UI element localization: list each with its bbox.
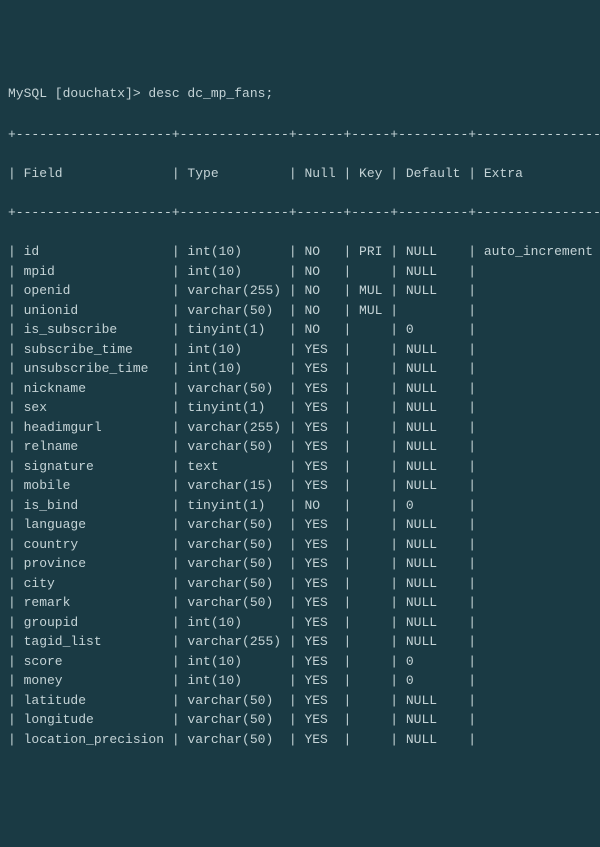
table-row: | unsubscribe_time | int(10) | YES | | N… xyxy=(8,359,592,379)
table-row: | remark | varchar(50) | YES | | NULL | … xyxy=(8,593,592,613)
table-separator-top: +--------------------+--------------+---… xyxy=(8,125,592,145)
table-row: | groupid | int(10) | YES | | NULL | | xyxy=(8,613,592,633)
table-separator-mid: +--------------------+--------------+---… xyxy=(8,203,592,223)
table-row: | language | varchar(50) | YES | | NULL … xyxy=(8,515,592,535)
table-header-row: | Field | Type | Null | Key | Default | … xyxy=(8,164,592,184)
table-row: | id | int(10) | NO | PRI | NULL | auto_… xyxy=(8,242,592,262)
table-row: | city | varchar(50) | YES | | NULL | | xyxy=(8,574,592,594)
table-row: | money | int(10) | YES | | 0 | | xyxy=(8,671,592,691)
table-row: | mobile | varchar(15) | YES | | NULL | … xyxy=(8,476,592,496)
table-row: | is_subscribe | tinyint(1) | NO | | 0 |… xyxy=(8,320,592,340)
table-row: | unionid | varchar(50) | NO | MUL | | | xyxy=(8,301,592,321)
table-row: | location_precision | varchar(50) | YES… xyxy=(8,730,592,750)
table-row: | is_bind | tinyint(1) | NO | | 0 | | xyxy=(8,496,592,516)
table-row: | openid | varchar(255) | NO | MUL | NUL… xyxy=(8,281,592,301)
table-row: | sex | tinyint(1) | YES | | NULL | | xyxy=(8,398,592,418)
table-row: | province | varchar(50) | YES | | NULL … xyxy=(8,554,592,574)
table-row: | signature | text | YES | | NULL | | xyxy=(8,457,592,477)
table-row: | subscribe_time | int(10) | YES | | NUL… xyxy=(8,340,592,360)
table-row: | nickname | varchar(50) | YES | | NULL … xyxy=(8,379,592,399)
table-row: | country | varchar(50) | YES | | NULL |… xyxy=(8,535,592,555)
table-row: | relname | varchar(50) | YES | | NULL |… xyxy=(8,437,592,457)
table-row: | longitude | varchar(50) | YES | | NULL… xyxy=(8,710,592,730)
table-row: | tagid_list | varchar(255) | YES | | NU… xyxy=(8,632,592,652)
table-row: | mpid | int(10) | NO | | NULL | | xyxy=(8,262,592,282)
table-row: | latitude | varchar(50) | YES | | NULL … xyxy=(8,691,592,711)
table-row: | score | int(10) | YES | | 0 | | xyxy=(8,652,592,672)
table-row: | headimgurl | varchar(255) | YES | | NU… xyxy=(8,418,592,438)
table-body: | id | int(10) | NO | PRI | NULL | auto_… xyxy=(8,242,592,749)
mysql-prompt: MySQL [douchatx]> desc dc_mp_fans; xyxy=(8,84,592,104)
